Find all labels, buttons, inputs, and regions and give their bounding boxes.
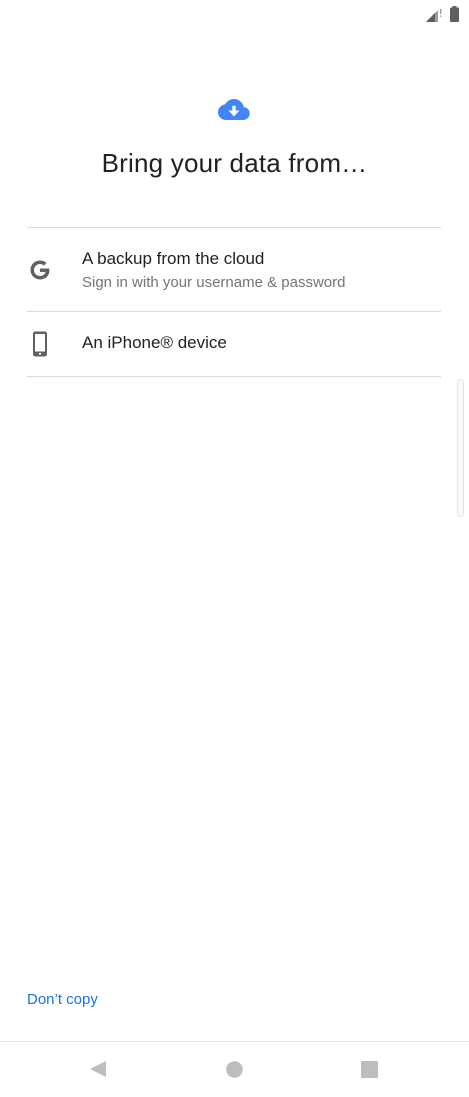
home-icon[interactable] xyxy=(226,1061,243,1078)
phone-icon xyxy=(33,331,47,357)
option-title: An iPhone® device xyxy=(82,333,227,352)
status-bar xyxy=(0,0,469,28)
google-g-icon xyxy=(30,260,50,280)
options-list: A backup from the cloud Sign in with you… xyxy=(27,227,441,377)
back-icon[interactable] xyxy=(89,1060,107,1078)
cloud-download-icon xyxy=(218,99,250,120)
option-title: A backup from the cloud xyxy=(82,249,265,268)
battery-icon xyxy=(450,6,459,22)
option-subtitle: Sign in with your username & password xyxy=(82,274,346,291)
navigation-bar xyxy=(0,1041,469,1097)
option-iphone-device[interactable]: An iPhone® device xyxy=(27,312,441,377)
option-cloud-backup[interactable]: A backup from the cloud Sign in with you… xyxy=(27,228,441,312)
page-title: Bring your data from… xyxy=(101,148,368,178)
scrollbar[interactable] xyxy=(457,379,464,517)
signal-icon xyxy=(426,9,442,22)
dont-copy-button[interactable]: Don’t copy xyxy=(27,991,98,1008)
recents-icon[interactable] xyxy=(361,1061,378,1078)
